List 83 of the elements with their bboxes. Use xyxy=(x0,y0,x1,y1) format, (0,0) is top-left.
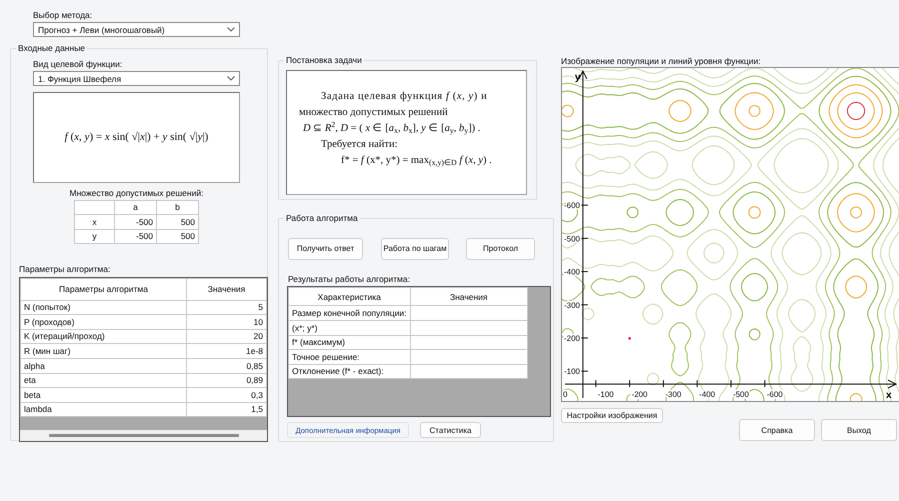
caret-icon xyxy=(227,27,235,32)
caret-icon xyxy=(227,76,235,82)
problem-text: Задана целевая функция f (x, y) и xyxy=(320,90,488,104)
table-cell: -500 xyxy=(114,214,156,230)
tick-label: -500 xyxy=(564,234,580,244)
table-cell: Отклонение (f* - exact): xyxy=(288,364,410,379)
column-header: a xyxy=(114,200,156,215)
table-cell: K (итераций/проход) xyxy=(20,329,186,344)
function-label: Вид целевой функции: xyxy=(33,59,124,70)
table-cell: 5 xyxy=(186,300,266,315)
domain-label: Множество допустимых решений: xyxy=(70,188,204,199)
table-cell: N (попыток) xyxy=(20,300,186,315)
tick-label: -200 xyxy=(632,390,648,400)
row-header: y xyxy=(74,229,114,244)
problem-text: f* = f (x*, y*) = max$_{(x,y)∈D}$ f (x,y) . xyxy=(340,154,493,170)
table-cell: P (проходов) xyxy=(20,314,186,330)
tick-label: -400 xyxy=(564,268,580,277)
formula: f (x, y) = x sin( √|x|) + y sin( √|y|) xyxy=(64,131,208,144)
table-cell: 20 xyxy=(186,329,266,344)
function-combo[interactable]: 1. Функция Швефеля xyxy=(33,71,240,86)
table-cell: beta xyxy=(20,388,186,402)
footer-button[interactable]: Справка xyxy=(739,419,815,442)
column-header: Значения xyxy=(410,288,528,306)
tick-mark xyxy=(580,271,588,272)
table-cell: 10 xyxy=(186,314,266,330)
tick-label: -100 xyxy=(598,390,614,400)
table-cell: eta xyxy=(20,373,186,388)
table-cell: 0,3 xyxy=(186,388,266,402)
column-header: Значения xyxy=(186,278,266,300)
table-cell: Точное решение: xyxy=(288,350,410,364)
tick-mark xyxy=(696,380,698,388)
plot-title: Изображение популяции и линий уровня функции: xyxy=(561,56,762,66)
group-title: Постановка задачи xyxy=(284,55,364,66)
scrollbar-thumb[interactable] xyxy=(48,434,238,437)
problem-text: Требуется найти: xyxy=(320,138,398,152)
group-title: Входные данные xyxy=(16,43,88,54)
group-title: Работа алгоритма xyxy=(284,213,360,224)
table-cell: R (мин шаг) xyxy=(20,344,186,358)
stats-button[interactable]: Статистика xyxy=(420,422,481,438)
method-combo[interactable]: Прогноз + Леви (многошаговый) xyxy=(33,22,240,38)
results-label: Результаты работы алгоритма: xyxy=(287,273,411,286)
tick-mark xyxy=(580,304,588,306)
column-header: Параметры алгоритма xyxy=(20,278,186,300)
tick-mark xyxy=(764,380,766,388)
table-cell: 1e-8 xyxy=(186,344,266,358)
table-cell: 500 xyxy=(156,229,198,244)
table-cell: -500 xyxy=(114,229,156,244)
table-cell: (x*; y*) xyxy=(288,320,410,336)
tick-mark xyxy=(662,380,664,388)
axis-label: x xyxy=(886,390,892,402)
scrollbar[interactable] xyxy=(20,430,267,441)
tick-mark xyxy=(580,238,588,240)
settings-button[interactable]: Настройки изображения xyxy=(561,408,663,424)
params-label: Параметры алгоритма: xyxy=(19,264,112,275)
action-button[interactable]: Работа по шагам xyxy=(381,238,449,260)
column-header: b xyxy=(156,200,198,215)
table-cell: 0,85 xyxy=(186,358,266,373)
action-button[interactable]: Протокол xyxy=(466,238,535,260)
tick-mark xyxy=(580,338,588,339)
method-label: Выбор метода: xyxy=(33,10,94,20)
population-point xyxy=(628,337,631,340)
column-header: Характеристика xyxy=(288,288,410,306)
table-cell: alpha xyxy=(20,358,186,373)
tick-label: -300 xyxy=(564,301,580,310)
tick-label: -200 xyxy=(564,334,580,344)
tick-mark xyxy=(629,380,630,388)
action-button[interactable]: Получить ответ xyxy=(288,238,363,260)
tick-label: 0 xyxy=(563,390,568,400)
tick-mark xyxy=(580,205,588,206)
tick-label: -400 xyxy=(699,390,716,400)
table-cell: 500 xyxy=(156,214,198,230)
table-cell: f* (максимум) xyxy=(288,335,410,350)
problem-text: множество допустимых решений xyxy=(299,106,449,120)
table-cell: lambda xyxy=(20,402,186,417)
problem-text: D ⊆ R$^{2}$, D = ( x ∈ [a$_{x}$, b$_{x}$], y ∈ [a$_{y}$, b$_{y}$]) . xyxy=(302,121,482,138)
table-cell: 1,5 xyxy=(186,402,266,417)
table-cell: Размер конечной популяции: xyxy=(288,306,410,320)
row-header: x xyxy=(74,214,114,230)
axis-label: y xyxy=(574,72,580,84)
tick-label: -100 xyxy=(564,368,580,377)
tick-mark xyxy=(730,380,732,388)
table-cell: 0,89 xyxy=(186,373,266,388)
footer-button[interactable]: Выход xyxy=(821,419,897,442)
